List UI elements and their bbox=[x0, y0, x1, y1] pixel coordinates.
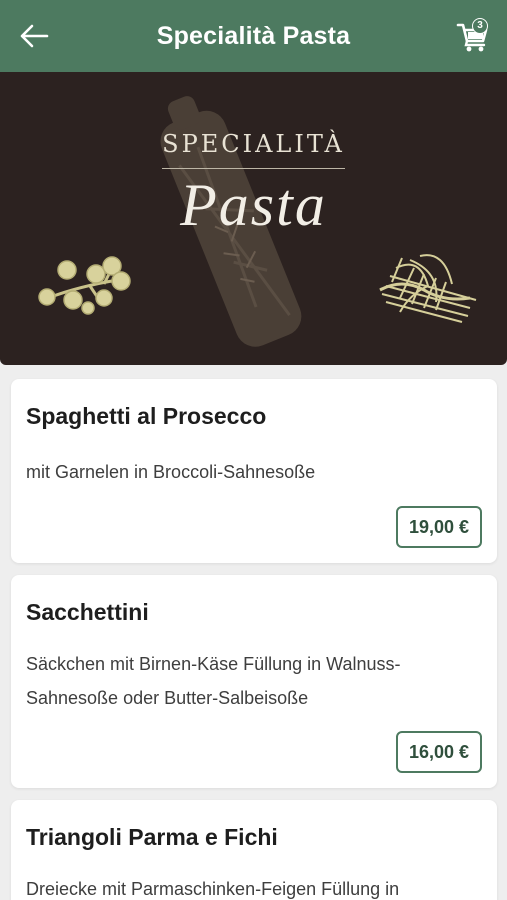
app-screen: Specialità Pasta 3 SPECIALITÀ Pasta Spag… bbox=[0, 0, 507, 900]
category-banner: SPECIALITÀ Pasta bbox=[0, 72, 507, 365]
pasta-illustration bbox=[379, 254, 477, 323]
menu-item-card[interactable]: Spaghetti al Prosecco mit Garnelen in Br… bbox=[11, 379, 497, 563]
cart-count-badge: 3 bbox=[472, 18, 488, 34]
menu-item-description: Dreiecke mit Parmaschinken-Feigen Füllun… bbox=[26, 879, 400, 899]
price-button[interactable]: 16,00 € bbox=[396, 731, 482, 773]
menu-item-card[interactable]: Triangoli Parma e Fichi Dreiecke mit Par… bbox=[11, 800, 497, 900]
page-title: Specialità Pasta bbox=[156, 21, 351, 50]
rolling-pin-illustration bbox=[160, 96, 302, 347]
menu-item-card[interactable]: Sacchettini Säckchen mit Birnen-Käse Fül… bbox=[11, 575, 497, 788]
banner-illustration bbox=[38, 96, 477, 347]
cart-button[interactable]: 3 bbox=[449, 12, 497, 60]
menu-item-description: Säckchen mit Birnen-Käse Füllung in Waln… bbox=[26, 654, 401, 708]
top-app-bar: Specialità Pasta 3 bbox=[0, 0, 507, 72]
arrow-left-icon bbox=[20, 24, 49, 48]
menu-item-name: Sacchettini bbox=[26, 599, 149, 625]
tomatoes-illustration bbox=[38, 256, 131, 315]
menu-item-name: Spaghetti al Prosecco bbox=[26, 403, 267, 429]
menu-item-description: mit Garnelen in Broccoli-Sahnesoße bbox=[26, 462, 316, 482]
menu-item-name: Triangoli Parma e Fichi bbox=[26, 824, 278, 850]
price-button[interactable]: 19,00 € bbox=[396, 506, 482, 548]
back-button[interactable] bbox=[12, 14, 56, 58]
